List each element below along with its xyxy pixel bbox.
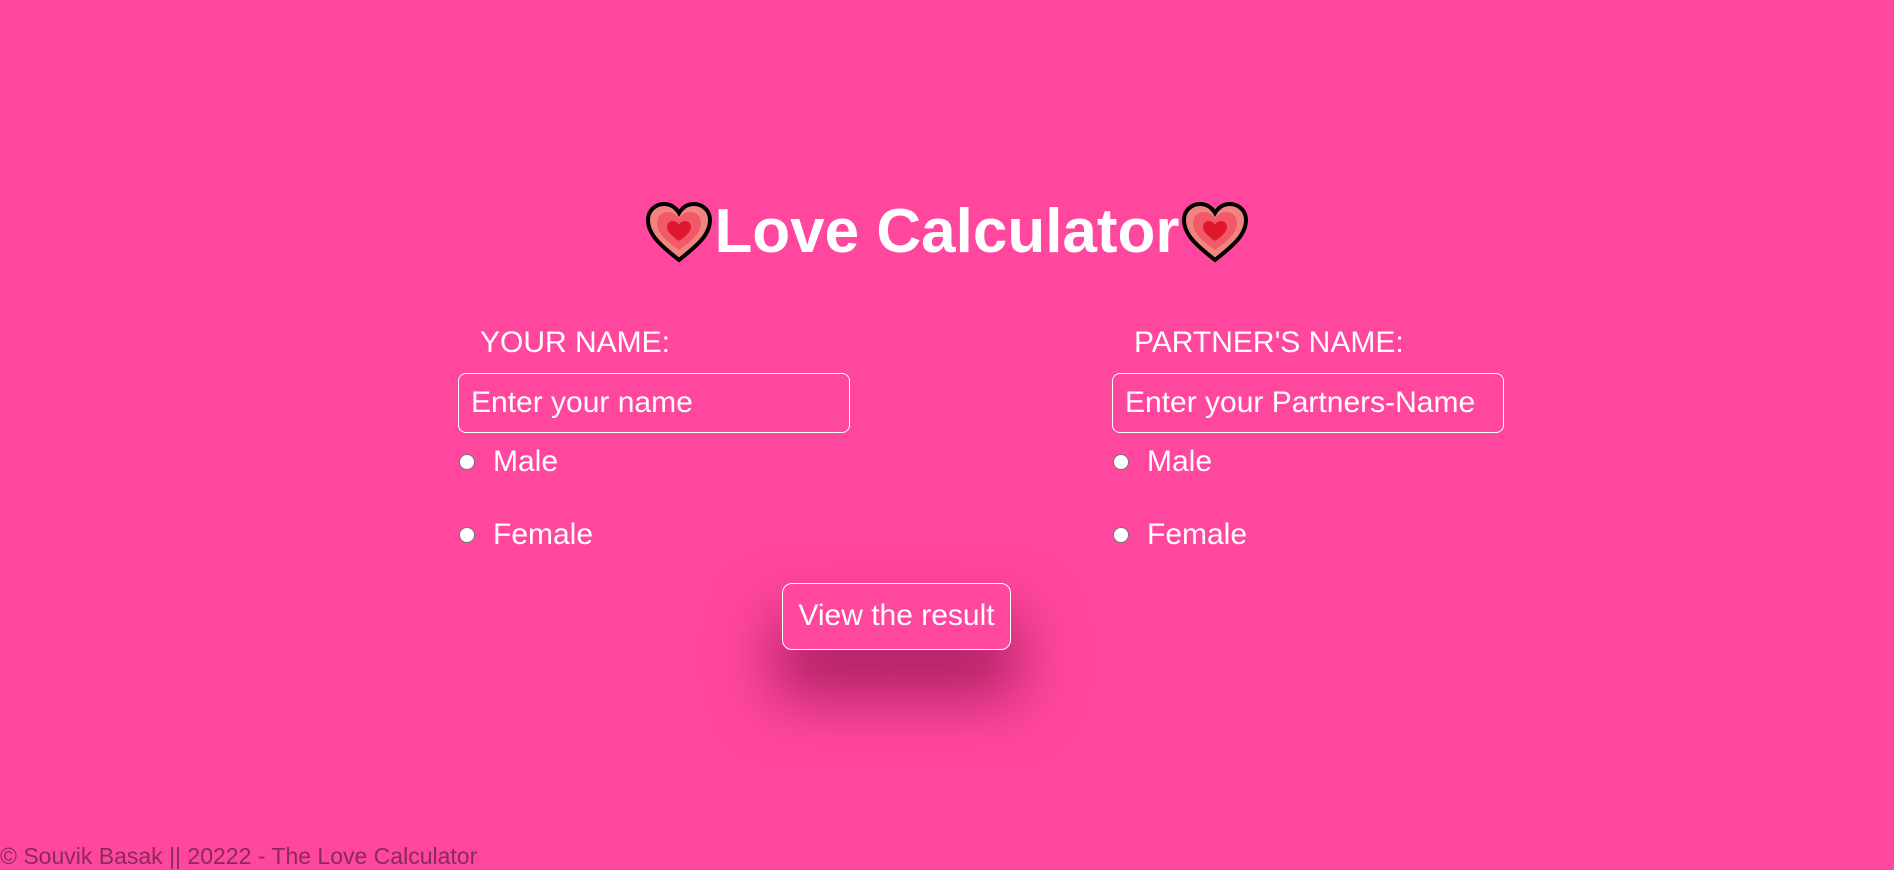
- partner-name-label: PARTNER'S NAME:: [1134, 326, 1404, 359]
- your-gender-female-label: Female: [493, 518, 594, 551]
- your-gender-male-option[interactable]: Male: [458, 444, 558, 480]
- partner-gender-male-option[interactable]: Male: [1112, 444, 1212, 480]
- view-result-button[interactable]: View the result: [782, 583, 1011, 650]
- your-name-label: YOUR NAME:: [480, 326, 671, 359]
- your-gender-female-option[interactable]: Female: [458, 517, 593, 553]
- partner-name-input[interactable]: [1112, 373, 1504, 433]
- partner-gender-male-label: Male: [1147, 445, 1213, 478]
- partner-gender-female-radio[interactable]: [1113, 527, 1129, 543]
- your-gender-male-radio[interactable]: [459, 454, 475, 470]
- your-name-input[interactable]: [458, 373, 850, 433]
- partner-gender-female-option[interactable]: Female: [1112, 517, 1247, 553]
- footer-copyright: © Souvik Basak || 20222 - The Love Calcu…: [0, 843, 478, 869]
- your-gender-male-label: Male: [493, 445, 559, 478]
- heart-emoji-icon: [644, 200, 714, 264]
- your-gender-female-radio[interactable]: [459, 527, 475, 543]
- partner-gender-male-radio[interactable]: [1113, 454, 1129, 470]
- page-title: Love Calculator: [0, 196, 1894, 268]
- page-title-text: Love Calculator: [714, 197, 1180, 266]
- heart-emoji-icon: [1180, 200, 1250, 264]
- partner-gender-female-label: Female: [1147, 518, 1248, 551]
